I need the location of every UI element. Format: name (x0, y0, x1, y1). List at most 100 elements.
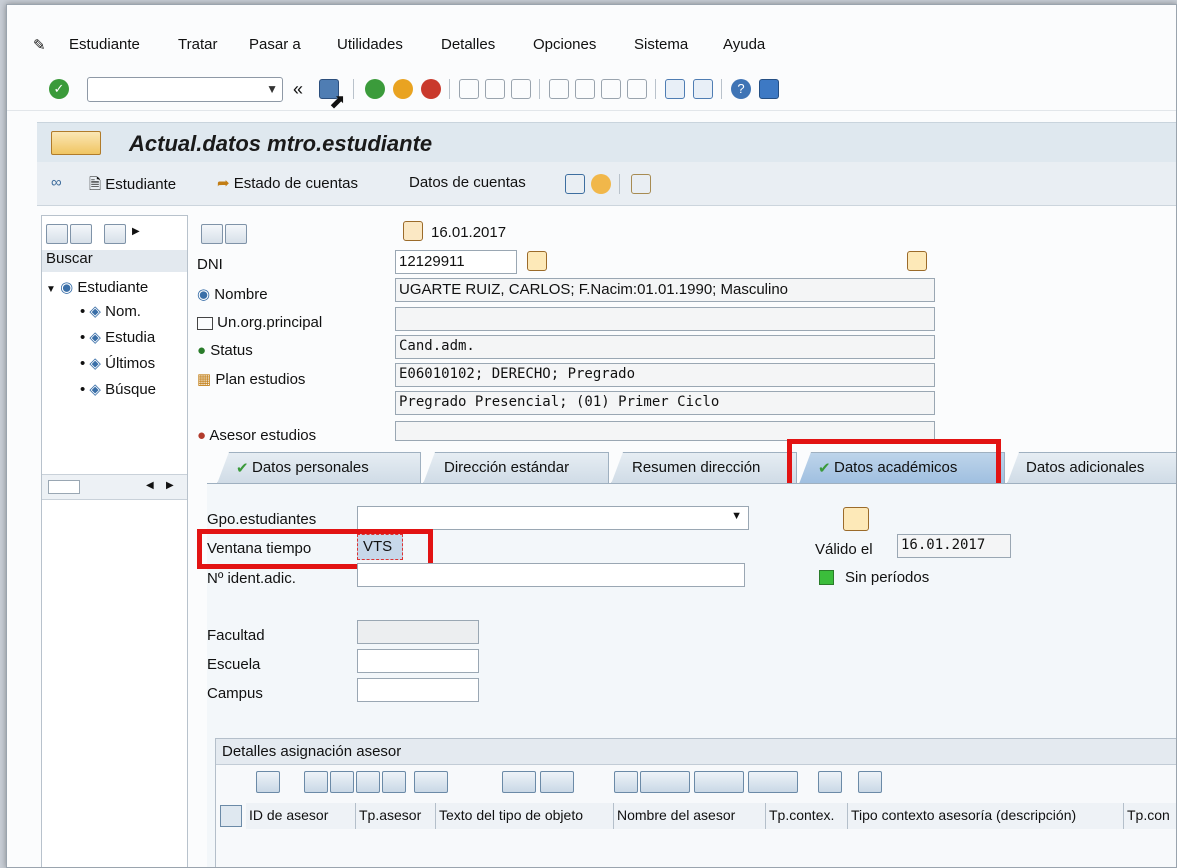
enter-check-icon[interactable]: ✓ (49, 79, 69, 99)
sort-desc-icon[interactable] (330, 771, 354, 793)
menu-tratar[interactable]: Tratar (178, 36, 217, 53)
last-page-icon[interactable] (627, 79, 647, 99)
horizontal-scrollbar[interactable]: ◀ ▶ (42, 474, 187, 500)
graphic-icon[interactable] (818, 771, 842, 793)
copy-dni-icon[interactable] (527, 251, 547, 271)
command-field[interactable]: ▼ (87, 77, 283, 102)
expand-icon[interactable]: ▼ (46, 284, 56, 295)
escuela-field[interactable] (357, 649, 479, 673)
view-icon[interactable] (640, 771, 690, 793)
calendar-key-icon[interactable] (403, 221, 423, 241)
customize-layout-icon[interactable] (759, 79, 779, 99)
new-session-icon[interactable] (665, 79, 685, 99)
first-page-icon[interactable] (549, 79, 569, 99)
next-record-icon[interactable] (225, 224, 247, 244)
user-search-icon[interactable] (631, 174, 651, 194)
collapse-command-button[interactable]: « (293, 79, 303, 100)
help-icon[interactable]: ? (731, 79, 751, 99)
scroll-thumb[interactable] (48, 480, 80, 494)
find-icon[interactable] (356, 771, 380, 793)
campus-field[interactable] (357, 678, 479, 702)
scroll-right-icon[interactable]: ▶ (166, 480, 174, 491)
screen-menu-button[interactable] (51, 131, 101, 155)
chevron-down-icon[interactable]: ▼ (266, 82, 278, 96)
filter-icon[interactable] (565, 174, 585, 194)
copy-icon[interactable] (591, 174, 611, 194)
subtotal-icon[interactable] (540, 771, 574, 793)
tab-resumen-direccion[interactable]: Resumen dirección (611, 452, 797, 484)
menu-icon[interactable]: ✎ (33, 36, 46, 54)
chevron-down-icon[interactable]: ▼ (731, 510, 742, 522)
plan-field: E06010102; DERECHO; Pregrado (395, 363, 935, 387)
find-next-icon[interactable] (382, 771, 406, 793)
print-icon[interactable] (459, 79, 479, 99)
status-person-icon: ● (197, 342, 207, 359)
menu-opciones[interactable]: Opciones (533, 36, 596, 53)
tree-item[interactable]: • ◈ Estudia (80, 328, 155, 346)
previous-page-icon[interactable] (575, 79, 595, 99)
grid-title: Detalles asignación asesor (216, 739, 1176, 765)
column-header[interactable]: Tipo contexto asesoría (descripción) (848, 803, 1124, 829)
column-header[interactable]: Tp.contex. (766, 803, 848, 829)
sort-asc-icon[interactable] (304, 771, 328, 793)
menu-pasar-a[interactable]: Pasar a (249, 36, 301, 53)
details-icon[interactable] (256, 771, 280, 793)
prev-record-icon[interactable] (201, 224, 223, 244)
tab-datos-adicionales[interactable]: Datos adicionales (1007, 452, 1176, 484)
next-page-icon[interactable] (601, 79, 621, 99)
select-all-icon[interactable] (220, 805, 242, 827)
menu-ayuda[interactable]: Ayuda (723, 36, 765, 53)
column-header[interactable]: Texto del tipo de objeto (436, 803, 614, 829)
find-icon[interactable] (485, 79, 505, 99)
glasses-icon[interactable]: ∞ (51, 174, 62, 191)
estudiante-button[interactable]: 🗎 Estudiante (89, 174, 176, 199)
org-structure-icon[interactable] (843, 507, 869, 531)
column-header[interactable]: Nombre del asesor (614, 803, 766, 829)
estado-cuentas-button[interactable]: ➦ Estado de cuentas (217, 174, 358, 192)
tab-direccion-estandar[interactable]: Dirección estándar (423, 452, 609, 484)
checkbox-icon[interactable] (197, 316, 213, 330)
nident-field[interactable] (357, 563, 745, 587)
find-next-icon[interactable] (511, 79, 531, 99)
tree-item[interactable]: • ◈ Búsque (80, 380, 156, 398)
tree-item-label: Últimos (105, 355, 156, 372)
exit-icon[interactable] (393, 79, 413, 99)
scroll-left-icon[interactable]: ◀ (146, 480, 154, 491)
arrow-right-icon[interactable] (70, 224, 92, 244)
filter-icon[interactable] (414, 771, 448, 793)
menu-utilidades[interactable]: Utilidades (337, 36, 403, 53)
menu-detalles[interactable]: Detalles (441, 36, 495, 53)
tree-item[interactable]: • ◈ Últimos (80, 354, 155, 372)
tab-datos-personales[interactable]: ✔ Datos personales (217, 452, 421, 484)
column-header[interactable]: ID de asesor (246, 803, 356, 829)
nombre-label: Nombre (214, 286, 268, 303)
cancel-icon[interactable] (421, 79, 441, 99)
layout-icon[interactable] (748, 771, 798, 793)
dni-field[interactable]: 12129911 (395, 250, 517, 274)
shortcut-icon[interactable] (693, 79, 713, 99)
datos-cuentas-button[interactable]: Datos de cuentas (409, 174, 526, 191)
chevron-right-icon[interactable]: ▶ (132, 226, 140, 237)
status-label: Status (210, 342, 253, 359)
tree-root-estudiante[interactable]: ▼ ◉ Estudiante (46, 278, 148, 296)
asesor-field (395, 421, 935, 441)
plan-field-2: Pregrado Presencial; (01) Primer Ciclo (395, 391, 935, 415)
transfer-icon: ➦ (217, 175, 230, 192)
back-icon[interactable] (365, 79, 385, 99)
favorites-icon[interactable] (104, 224, 126, 244)
tree-item[interactable]: • ◈ Nom. (80, 302, 141, 320)
info-icon[interactable] (858, 771, 882, 793)
gpo-select[interactable]: ▼ (357, 506, 749, 530)
check-icon: ✔ (236, 460, 249, 477)
arrow-left-icon[interactable] (46, 224, 68, 244)
sum-icon[interactable] (502, 771, 536, 793)
print-icon[interactable] (614, 771, 638, 793)
menu-sistema[interactable]: Sistema (634, 36, 688, 53)
escuela-label: Escuela (207, 656, 261, 673)
menu-estudiante[interactable]: Estudiante (69, 36, 140, 53)
export-icon[interactable] (694, 771, 744, 793)
column-header[interactable]: Tp.asesor (356, 803, 436, 829)
student-file-icon[interactable] (907, 251, 927, 271)
separator (721, 79, 722, 99)
column-header[interactable]: Tp.con (1124, 803, 1176, 829)
